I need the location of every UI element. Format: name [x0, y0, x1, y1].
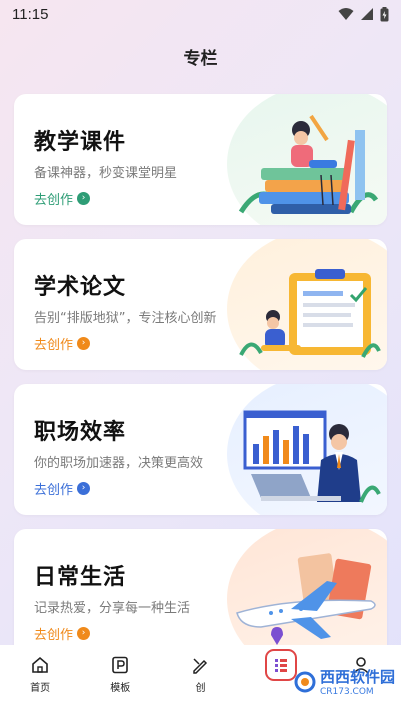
battery-icon [380, 6, 389, 21]
home-icon [30, 655, 50, 675]
wifi-icon [338, 8, 354, 20]
card-title: 教学课件 [34, 130, 127, 155]
create-link-label: 去创作 [34, 483, 74, 498]
businessman-laptop-illustration [243, 410, 381, 503]
clipboard-illustration [239, 269, 381, 358]
status-bar: 11:15 [0, 0, 401, 28]
card-title: 学术论文 [34, 275, 127, 300]
tab-home[interactable]: 首页 [10, 655, 70, 713]
tab-template[interactable]: 模板 [90, 655, 150, 713]
teacher-books-illustration [238, 114, 379, 214]
create-link-label: 去创作 [34, 338, 74, 353]
watermark-emblem-icon [294, 671, 316, 692]
card-daily-life[interactable]: 日常生活 记录热爱，分享每一种生活 去创作 › [14, 529, 387, 660]
signal-icon [361, 8, 373, 20]
create-link[interactable]: 去创作 › [34, 479, 91, 498]
tab-create[interactable]: 创 [170, 655, 230, 713]
card-title: 日常生活 [34, 565, 127, 590]
create-link[interactable]: 去创作 › [34, 189, 91, 208]
create-icon [190, 655, 210, 675]
arrow-right-icon: › [77, 482, 91, 495]
status-icons [338, 6, 389, 22]
airplane-travel-illustration [236, 553, 376, 645]
create-link-label: 去创作 [34, 628, 74, 643]
card-teaching-courseware[interactable]: 教学课件 备课神器，秒变课堂明星 去创作 › [14, 94, 387, 225]
create-link[interactable]: 去创作 › [34, 624, 91, 643]
card-subtitle: 你的职场加速器，决策更高效 [34, 456, 204, 471]
watermark-brand: 西西软件园 [319, 668, 395, 686]
column-icon [264, 649, 297, 681]
template-icon [110, 655, 130, 675]
card-title: 职场效率 [34, 420, 127, 445]
watermark-logo: 西西软件园 CR173.COM [294, 666, 395, 697]
arrow-right-icon: › [77, 192, 91, 205]
card-subtitle: 备课神器，秒变课堂明星 [34, 166, 178, 181]
create-link[interactable]: 去创作 › [34, 334, 91, 353]
page-title: 专栏 [183, 49, 218, 69]
card-academic-paper[interactable]: 学术论文 告别“排版地狱”，专注核心创新 去创作 › [14, 239, 387, 370]
tab-label: 模板 [110, 683, 131, 694]
card-subtitle: 记录热爱，分享每一种生活 [34, 601, 191, 616]
card-subtitle: 告别“排版地狱”，专注核心创新 [34, 311, 217, 326]
arrow-right-icon: › [77, 627, 91, 640]
arrow-right-icon: › [77, 337, 91, 350]
create-link-label: 去创作 [34, 193, 74, 208]
card-workplace-efficiency[interactable]: 职场效率 你的职场加速器，决策更高效 去创作 › [14, 384, 387, 515]
status-time: 11:15 [12, 5, 49, 23]
tab-label: 首页 [30, 683, 51, 694]
watermark-domain: CR173.COM [319, 687, 374, 697]
tab-label: 创 [195, 683, 206, 694]
